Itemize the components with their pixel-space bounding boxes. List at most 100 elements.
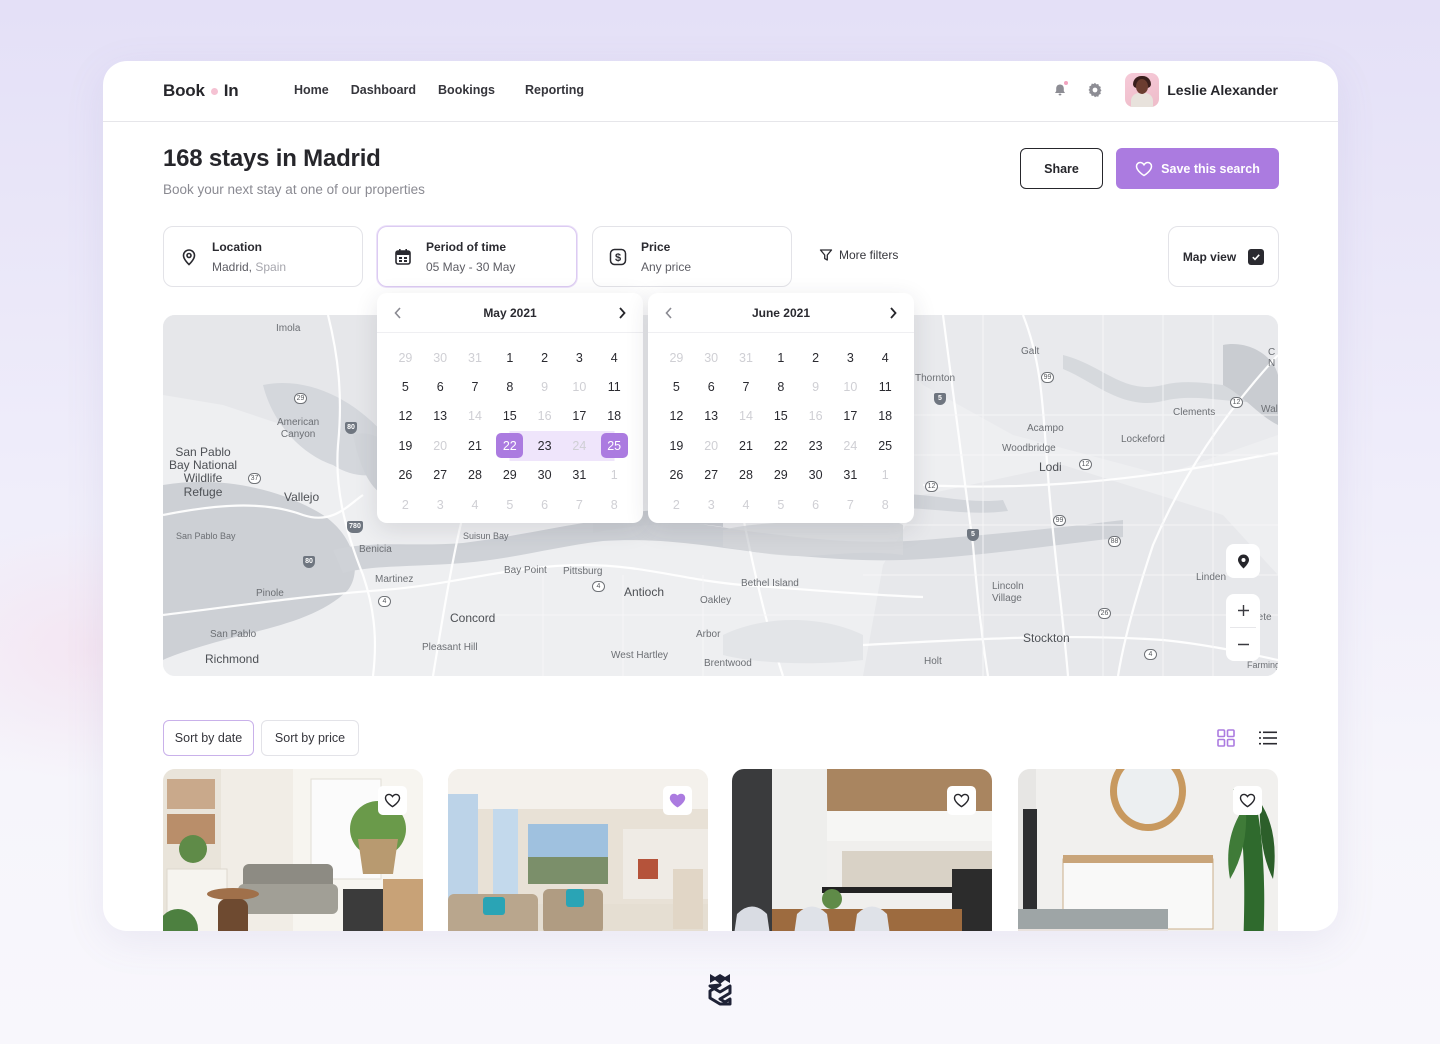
calendar-day[interactable]: 15 (763, 402, 798, 431)
favorite-button[interactable] (947, 786, 976, 815)
calendar-day[interactable]: 18 (868, 402, 903, 431)
next-month-button[interactable] (886, 306, 900, 320)
chevron-right-icon (890, 306, 897, 319)
calendar-day[interactable]: 30 (798, 461, 833, 490)
calendar-day[interactable]: 19 (659, 431, 694, 460)
calendar-header: June 2021 (648, 293, 914, 333)
calendar-day[interactable]: 4 (597, 343, 632, 372)
calendar-day[interactable]: 28 (729, 461, 764, 490)
more-filters-button[interactable]: More filters (819, 248, 898, 262)
listing-card[interactable] (163, 769, 423, 931)
next-month-button[interactable] (615, 306, 629, 320)
calendar-day[interactable]: 5 (659, 372, 694, 401)
nav-reporting[interactable]: Reporting (525, 83, 584, 97)
user-avatar[interactable] (1125, 73, 1160, 107)
sort-by-date-button[interactable]: Sort by date (163, 720, 254, 756)
price-filter[interactable]: $ Price Any price (592, 226, 792, 287)
route-shield: 4 (378, 596, 391, 607)
calendar-day-range-start[interactable]: 22 (492, 431, 528, 461)
nav-home[interactable]: Home (294, 83, 329, 97)
calendar-day[interactable]: 15 (492, 402, 527, 431)
heart-icon (384, 793, 401, 808)
calendar-day[interactable]: 29 (492, 461, 527, 490)
calendar-day[interactable]: 27 (423, 461, 458, 490)
settings-button[interactable] (1084, 79, 1106, 101)
map-view-checkbox[interactable] (1248, 248, 1265, 265)
listing-card[interactable] (732, 769, 992, 931)
calendar-day[interactable]: 31 (833, 461, 868, 490)
calendar-day[interactable]: 11 (868, 372, 903, 401)
calendar-day[interactable]: 6 (694, 372, 729, 401)
map-label: Pittsburg (563, 566, 603, 577)
calendar-day[interactable]: 2 (798, 343, 833, 372)
calendar-day[interactable]: 8 (763, 372, 798, 401)
calendar-day[interactable]: 17 (833, 402, 868, 431)
calendar-day[interactable]: 1 (492, 343, 527, 372)
favorite-button[interactable] (1233, 786, 1262, 815)
calendar-day[interactable]: 30 (527, 461, 562, 490)
calendar-day[interactable]: 27 (694, 461, 729, 490)
calendar-day[interactable]: 19 (388, 431, 423, 460)
calendar-day[interactable]: 13 (694, 402, 729, 431)
calendar-day[interactable]: 2 (527, 343, 562, 372)
calendar-day[interactable]: 7 (458, 372, 493, 401)
map-label: Pleasant Hill (422, 642, 478, 653)
calendar-day[interactable]: 11 (597, 372, 632, 401)
prev-month-button[interactable] (391, 306, 405, 320)
calendar-day[interactable]: 6 (423, 372, 458, 401)
nav-dashboard[interactable]: Dashboard (351, 83, 416, 97)
calendar-day[interactable]: 12 (388, 402, 423, 431)
calendar-day[interactable]: 22 (763, 431, 798, 460)
calendar-day[interactable]: 13 (423, 402, 458, 431)
favorite-button-active[interactable] (663, 786, 692, 815)
list-view-button[interactable] (1258, 728, 1278, 748)
calendar-day[interactable]: 3 (833, 343, 868, 372)
prev-month-button[interactable] (662, 306, 676, 320)
calendar-day[interactable]: 4 (868, 343, 903, 372)
page-subtitle: Book your next stay at one of our proper… (163, 182, 425, 197)
calendar-day[interactable]: 7 (729, 372, 764, 401)
user-name[interactable]: Leslie Alexander (1167, 82, 1278, 98)
calendar-day[interactable]: 31 (562, 461, 597, 490)
favorite-button[interactable] (378, 786, 407, 815)
calendar-day[interactable]: 26 (659, 461, 694, 490)
calendar-day[interactable]: 23 (798, 431, 833, 460)
notifications-button[interactable] (1049, 79, 1071, 101)
calendar-day[interactable]: 18 (597, 402, 632, 431)
calendar-day: 29 (398, 350, 413, 365)
calendar-day[interactable]: 1 (763, 343, 798, 372)
route-shield: 12 (1230, 397, 1243, 408)
calendar-day[interactable]: 17 (562, 402, 597, 431)
map-label: Imola (276, 323, 301, 334)
calendar-day[interactable]: 5 (388, 372, 423, 401)
locate-button[interactable] (1226, 544, 1260, 578)
period-filter[interactable]: Period of time 05 May - 30 May (377, 226, 577, 287)
calendar-day[interactable]: 26 (388, 461, 423, 490)
calendar-day-range-end[interactable]: 25 (596, 431, 632, 461)
sort-by-price-button[interactable]: Sort by price (261, 720, 359, 756)
grid-view-button[interactable] (1216, 728, 1236, 748)
calendar-day: 16 (808, 409, 823, 424)
calendar-day[interactable]: 8 (492, 372, 527, 401)
listing-card[interactable] (1018, 769, 1278, 931)
logo[interactable]: Book In (163, 81, 239, 101)
calendar-day-in-range[interactable]: 24 (561, 431, 597, 461)
heart-icon (1239, 793, 1256, 808)
calendar-day[interactable]: 28 (458, 461, 493, 490)
chevron-right-icon (619, 306, 626, 319)
listing-card[interactable] (448, 769, 708, 931)
calendar-day[interactable]: 3 (562, 343, 597, 372)
nav-bookings[interactable]: Bookings (438, 83, 495, 97)
calendar-day[interactable]: 29 (763, 461, 798, 490)
share-button[interactable]: Share (1020, 148, 1103, 189)
calendar-day-in-range[interactable]: 23 (527, 431, 562, 461)
calendar-day[interactable]: 25 (868, 431, 903, 460)
zoom-in-button[interactable] (1226, 594, 1260, 627)
calendar-day[interactable]: 21 (729, 431, 764, 460)
map-view-toggle[interactable]: Map view (1168, 226, 1279, 287)
save-search-button[interactable]: Save this search (1116, 148, 1279, 189)
location-filter[interactable]: Location Madrid, Spain (163, 226, 363, 287)
calendar-day[interactable]: 21 (458, 431, 493, 460)
calendar-day[interactable]: 12 (659, 402, 694, 431)
zoom-out-button[interactable] (1226, 628, 1260, 661)
